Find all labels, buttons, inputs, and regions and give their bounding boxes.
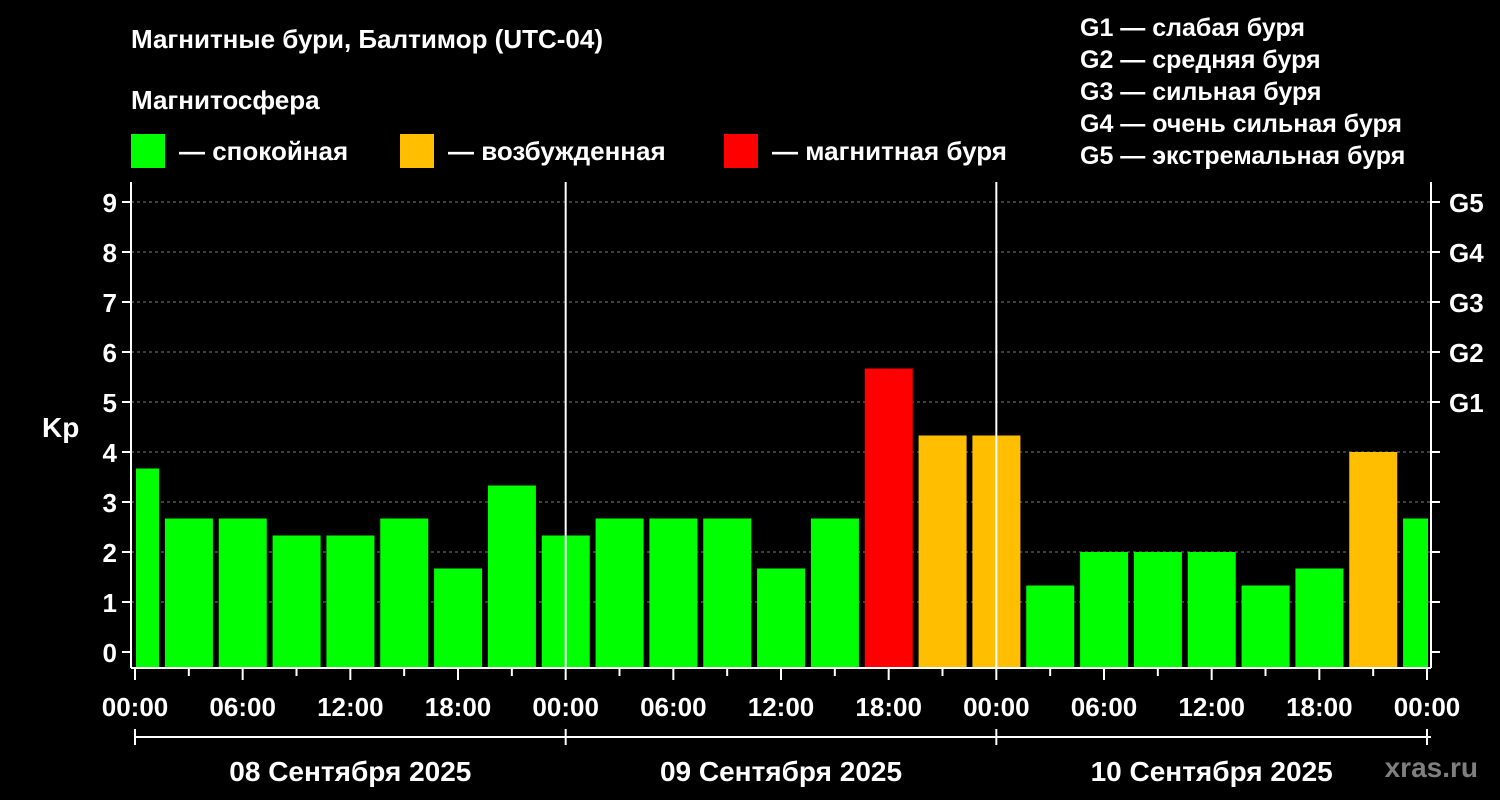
- g-level-label: G4: [1449, 238, 1484, 268]
- day-label: 10 Сентября 2025: [1091, 756, 1333, 787]
- x-tick-label: 00:00: [102, 692, 169, 722]
- kp-bar: [703, 518, 752, 668]
- kp-bar: [757, 568, 806, 668]
- x-tick-label: 06:00: [1071, 692, 1138, 722]
- kp-bar: [810, 518, 859, 668]
- g-level-label: G2: [1449, 338, 1484, 368]
- y-tick-label: 4: [103, 438, 118, 468]
- day-label: 09 Сентября 2025: [660, 756, 902, 787]
- kp-bar: [1026, 585, 1075, 668]
- y-tick-label: 5: [103, 388, 117, 418]
- y-tick-label: 9: [103, 188, 117, 218]
- x-tick-label: 06:00: [209, 692, 276, 722]
- y-tick-label: 8: [103, 238, 117, 268]
- x-tick-label: 18:00: [855, 692, 922, 722]
- kp-bar: [1187, 552, 1236, 668]
- kp-bar: [326, 535, 375, 668]
- y-tick-label: 2: [103, 538, 117, 568]
- x-tick-label: 12:00: [317, 692, 384, 722]
- y-tick-label: 0: [103, 638, 117, 668]
- x-tick-label: 00:00: [1394, 692, 1461, 722]
- kp-bar: [649, 518, 698, 668]
- x-tick-label: 00:00: [963, 692, 1030, 722]
- y-tick-label: 6: [103, 338, 117, 368]
- kp-bar: [218, 518, 267, 668]
- y-tick-label: 3: [103, 488, 117, 518]
- x-tick-label: 00:00: [532, 692, 599, 722]
- kp-bar: [380, 518, 429, 668]
- bars-layer: [136, 368, 1428, 668]
- grid-layer: [131, 201, 1431, 603]
- kp-bar: [864, 368, 913, 668]
- x-tick-label: 06:00: [640, 692, 707, 722]
- x-tick-label: 18:00: [1286, 692, 1353, 722]
- x-tick-label: 12:00: [748, 692, 815, 722]
- kp-bar: [487, 485, 536, 668]
- g-level-label: G1: [1449, 388, 1484, 418]
- kp-bar: [1080, 552, 1129, 668]
- kp-bar: [595, 518, 644, 668]
- x-tick-label: 18:00: [425, 692, 492, 722]
- g-level-label: G3: [1449, 288, 1484, 318]
- kp-bar-chart: 0 1 2 3 4 5 6 7 8 9 G1 G2 G3 G4 G5 00:00 06:00 12:00 18:00…: [102, 182, 1484, 787]
- kp-bar: [1241, 585, 1290, 668]
- axis-layer: 0 1 2 3 4 5 6 7 8 9 G1 G2 G3 G4 G5 00:00 06:00 12:00 18:00…: [102, 182, 1484, 787]
- kp-bar: [918, 435, 967, 668]
- y-tick-label: 7: [103, 288, 117, 318]
- y-tick-label: 1: [103, 588, 117, 618]
- kp-bar: [1349, 452, 1398, 668]
- kp-bar: [272, 535, 321, 668]
- kp-bar: [1295, 568, 1344, 668]
- x-tick-label: 12:00: [1178, 692, 1245, 722]
- g-level-label: G5: [1449, 188, 1484, 218]
- kp-bar: [434, 568, 483, 668]
- kp-bar: [1403, 518, 1428, 668]
- kp-bar: [1133, 552, 1182, 668]
- kp-bar: [164, 518, 213, 668]
- kp-bar: [136, 468, 160, 668]
- day-label: 08 Сентября 2025: [229, 756, 471, 787]
